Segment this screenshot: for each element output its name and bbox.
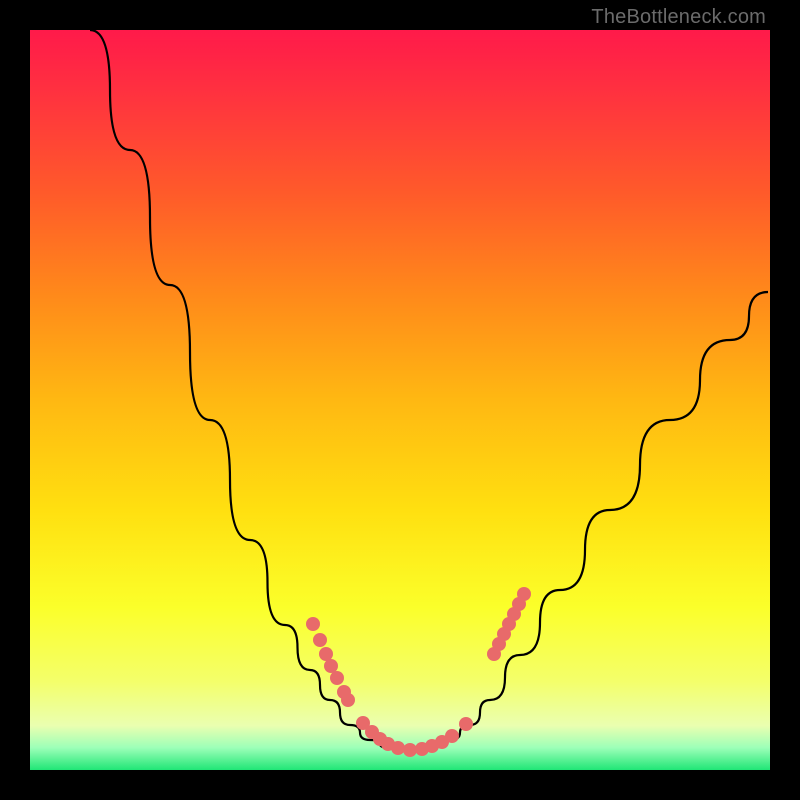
outer-frame: TheBottleneck.com: [0, 0, 800, 800]
data-point: [306, 617, 320, 631]
plot-area: [30, 30, 770, 770]
data-point: [391, 741, 405, 755]
data-point: [459, 717, 473, 731]
data-point: [319, 647, 333, 661]
data-point: [403, 743, 417, 757]
data-point: [517, 587, 531, 601]
watermark-text: TheBottleneck.com: [591, 6, 766, 29]
data-point: [330, 671, 344, 685]
data-point: [341, 693, 355, 707]
bottleneck-curve: [90, 30, 768, 750]
data-point: [313, 633, 327, 647]
data-point: [324, 659, 338, 673]
chart-svg: [30, 30, 770, 770]
data-points: [306, 587, 531, 757]
data-point: [445, 729, 459, 743]
